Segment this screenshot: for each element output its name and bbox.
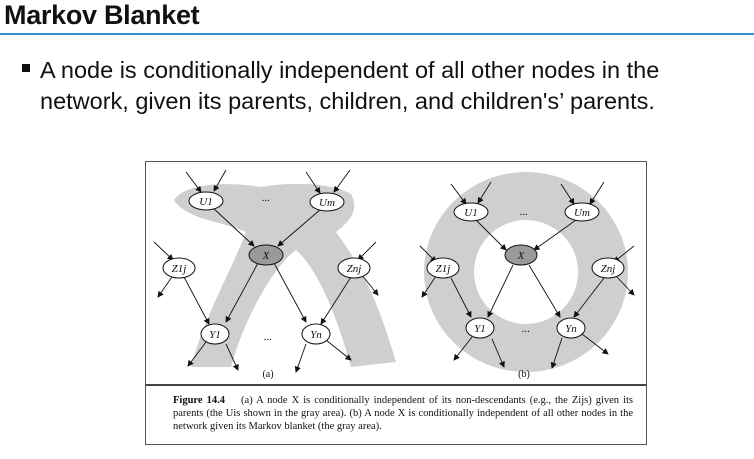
label-z1j-a: Z1j (172, 263, 187, 275)
title-underline (0, 33, 754, 35)
label-x-b: X (517, 250, 526, 262)
slide-title: Markov Blanket (4, 0, 200, 30)
bayes-net-diagram: U1 Um X Z1j Znj Y1 Yn ... ... U1 Um X Z1… (153, 169, 635, 380)
ellipsis-top-b: ... (520, 206, 528, 218)
figure-caption: Figure 14.4 (a) A node X is conditionall… (173, 394, 633, 433)
label-yn-a: Yn (310, 329, 322, 341)
panel-b-label: (b) (518, 369, 530, 380)
label-yn-b: Yn (565, 323, 577, 335)
label-u1-a: U1 (199, 196, 212, 208)
ellipsis-bottom-b: ... (522, 323, 530, 335)
figure: U1 Um X Z1j Znj Y1 Yn ... ... U1 Um X Z1… (145, 161, 647, 445)
label-znj-b: Znj (601, 263, 616, 275)
label-znj-a: Znj (347, 263, 362, 275)
label-y1-b: Y1 (474, 323, 486, 335)
label-y1-a: Y1 (209, 329, 221, 341)
ellipsis-top-a: ... (262, 192, 270, 204)
label-um-a: Um (319, 197, 335, 209)
caption-label: Figure 14.4 (173, 395, 225, 406)
bullet-square-icon (22, 64, 30, 72)
label-um-b: Um (574, 207, 590, 219)
caption-divider (146, 384, 646, 386)
label-z1j-b: Z1j (436, 263, 451, 275)
ellipsis-bottom-a: ... (264, 331, 272, 343)
label-x-a: X (262, 250, 271, 262)
panel-a-label: (a) (262, 369, 273, 380)
bullet-text: A node is conditionally independent of a… (40, 57, 660, 114)
label-u1-b: U1 (464, 207, 477, 219)
caption-text: (a) A node X is conditionally independen… (173, 395, 633, 432)
